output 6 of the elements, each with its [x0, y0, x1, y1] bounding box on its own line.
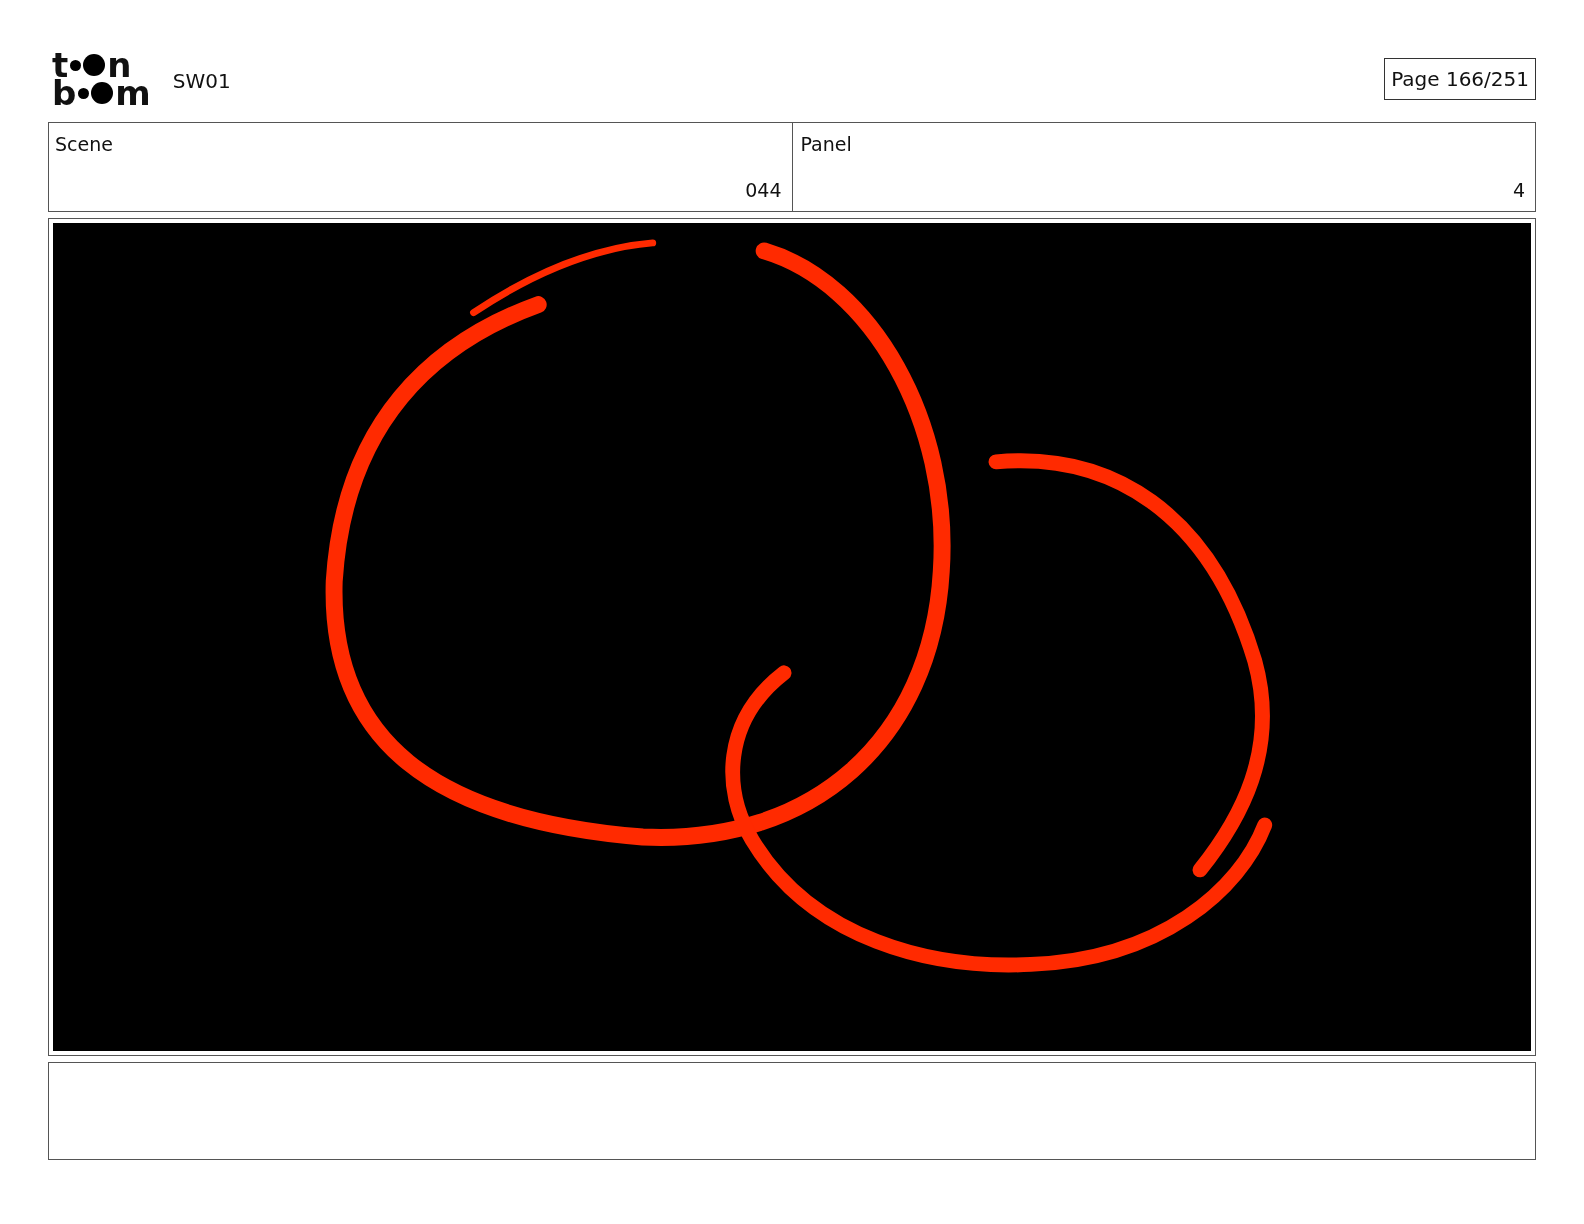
field-label: Panel [800, 133, 852, 155]
field-value: 044 [745, 179, 782, 201]
field-value: 4 [1512, 179, 1525, 201]
field-label: Scene [55, 133, 113, 155]
page-number: Page 166/251 [1384, 58, 1536, 100]
project-name: SW01 [172, 69, 231, 93]
